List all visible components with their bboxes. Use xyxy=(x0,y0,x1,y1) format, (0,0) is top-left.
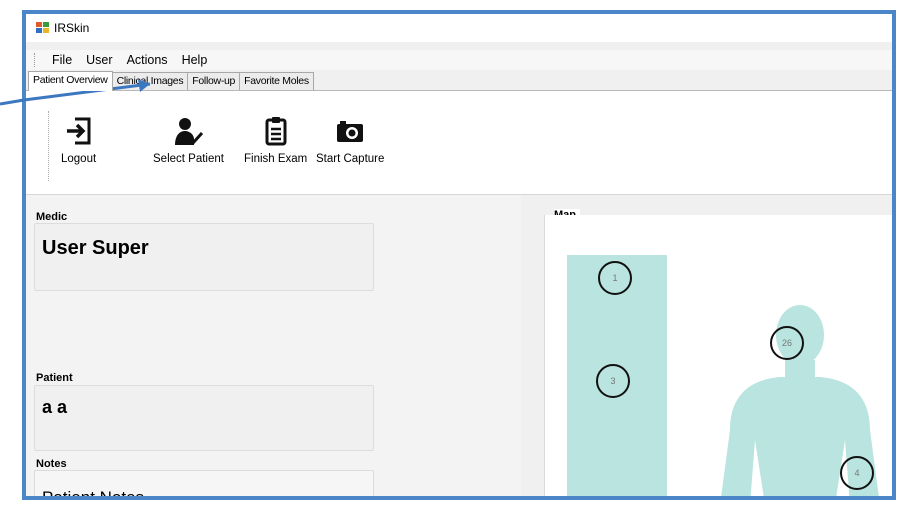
notes-label: Notes xyxy=(36,458,67,470)
mole-marker-3-label: 3 xyxy=(610,376,615,386)
patient-label: Patient xyxy=(36,372,73,384)
mole-marker-26-label: 26 xyxy=(782,338,792,348)
menu-grip xyxy=(34,53,39,67)
tab-strip: Patient Overview Clinical Images Follow-… xyxy=(26,70,892,91)
select-patient-label: Select Patient xyxy=(153,153,224,165)
body-side-panel xyxy=(567,255,667,496)
body-map[interactable]: 1 3 26 4 xyxy=(544,215,892,496)
menu-actions[interactable]: Actions xyxy=(120,53,175,67)
mole-marker-1-label: 1 xyxy=(612,273,617,283)
logout-label: Logout xyxy=(61,153,97,165)
user-check-icon xyxy=(175,118,204,146)
toolbar: Logout Select Patient Finish Exam Start … xyxy=(26,91,892,195)
mole-marker-4-label: 4 xyxy=(854,468,859,478)
app-icon xyxy=(36,22,50,34)
logout-icon xyxy=(66,117,91,145)
tab-patient-overview[interactable]: Patient Overview xyxy=(28,71,113,91)
menu-file[interactable]: File xyxy=(45,53,79,67)
clipboard-icon xyxy=(265,117,287,146)
menu-help[interactable]: Help xyxy=(175,53,215,67)
finish-exam-button[interactable]: Finish Exam xyxy=(244,115,307,165)
patient-box xyxy=(34,385,374,451)
app-window: IRSkin File User Actions Help Patient Ov… xyxy=(22,10,896,500)
toolbar-grip xyxy=(48,111,51,181)
menu-bar: File User Actions Help xyxy=(26,50,892,70)
body-map-canvas: 1 3 26 4 xyxy=(567,255,879,496)
tab-favorite-moles[interactable]: Favorite Moles xyxy=(239,72,314,90)
start-capture-button[interactable]: Start Capture xyxy=(316,115,384,165)
notes-value: Patient Notes xyxy=(42,488,145,500)
patient-value: a a xyxy=(42,397,68,417)
menu-user[interactable]: User xyxy=(79,53,119,67)
finish-exam-label: Finish Exam xyxy=(244,153,308,165)
patient-info-panel: Medic User Super Patient a a Notes Patie… xyxy=(26,195,521,496)
medic-label: Medic xyxy=(36,211,68,223)
camera-icon xyxy=(337,121,364,142)
title-bar: IRSkin xyxy=(26,14,892,42)
tab-clinical-images[interactable]: Clinical Images xyxy=(111,72,189,90)
window-title: IRSkin xyxy=(54,21,90,35)
start-capture-label: Start Capture xyxy=(316,153,385,165)
tab-follow-up[interactable]: Follow-up xyxy=(187,72,241,90)
medic-value: User Super xyxy=(42,237,149,259)
select-patient-button[interactable]: Select Patient xyxy=(153,115,224,165)
logout-button[interactable]: Logout xyxy=(61,115,96,165)
